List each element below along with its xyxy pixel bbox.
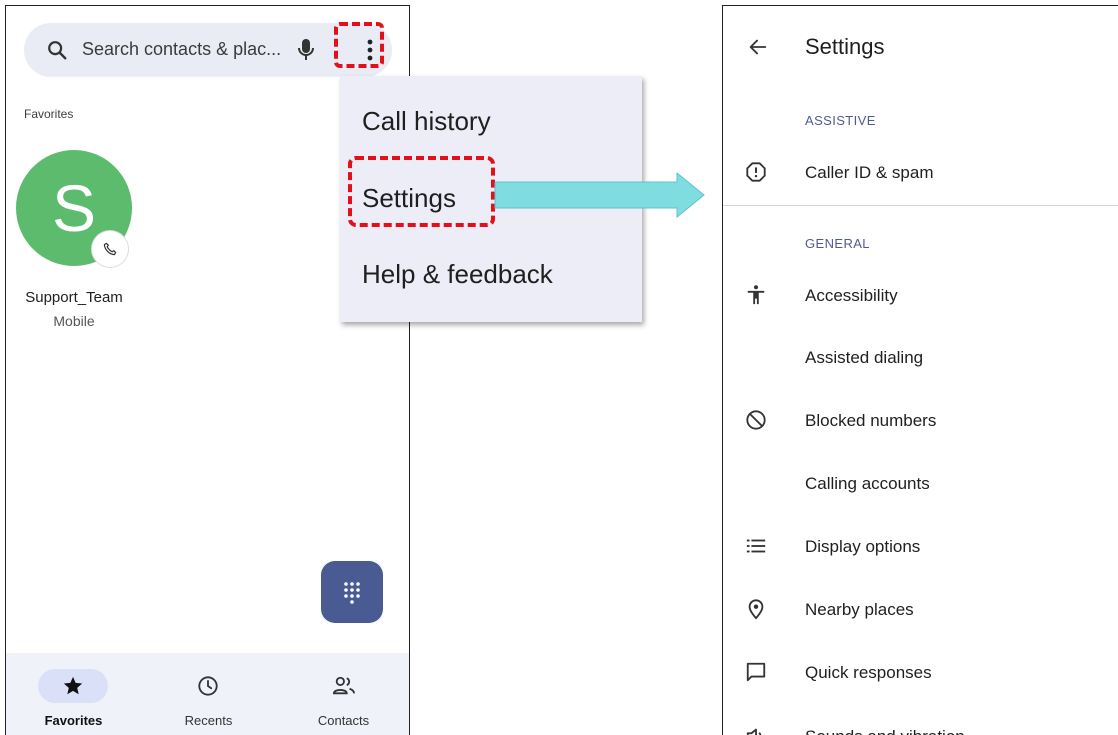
contact-type: Mobile [53,313,95,329]
clock-icon [197,675,219,702]
accessibility-icon [745,284,767,311]
settings-item-label: Blocked numbers [805,411,937,430]
settings-highlight [348,156,495,227]
search-icon [46,39,68,66]
settings-item-quick-responses[interactable]: Quick responses [723,653,1118,693]
settings-item-caller-id[interactable]: Caller ID & spam [723,153,1118,193]
alert-circle-icon [745,161,767,188]
settings-item-assisted-dialing[interactable]: Assisted dialing [723,338,1118,378]
dialpad-icon [344,582,360,604]
settings-screen: Settings ASSISTIVE Caller ID & spam GENE… [722,5,1118,735]
settings-item-nearby-places[interactable]: Nearby places [723,590,1118,630]
settings-item-accessibility[interactable]: Accessibility [723,276,1118,316]
settings-item-label: Display options [805,537,921,556]
list-icon [745,535,767,562]
settings-item-display-options[interactable]: Display options [723,527,1118,567]
nav-recents[interactable]: Recents [141,653,276,735]
nav-favorites[interactable]: Favorites [6,653,141,735]
settings-item-label: Nearby places [805,600,914,619]
settings-item-label: Assisted dialing [805,348,924,367]
settings-item-label: Quick responses [805,663,932,682]
back-arrow-icon[interactable] [747,36,769,63]
settings-item-sounds-vibration[interactable]: Sounds and vibration [723,703,1118,735]
section-heading-general: GENERAL [805,236,870,251]
section-heading-assistive: ASSISTIVE [805,113,876,128]
nav-label: Favorites [44,713,103,728]
star-icon [62,675,84,702]
nav-contacts[interactable]: Contacts [276,653,409,735]
settings-item-label: Calling accounts [805,474,930,493]
menu-item-help-feedback[interactable]: Help & feedback [362,259,553,290]
more-options-highlight [334,22,384,68]
message-icon [745,661,767,688]
settings-item-blocked-numbers[interactable]: Blocked numbers [723,401,1118,441]
nav-label: Contacts [317,713,370,728]
people-icon [332,675,356,702]
block-icon [745,409,767,436]
nav-label: Recents [184,713,233,728]
page-title: Settings [805,34,885,59]
location-pin-icon [745,598,767,625]
search-input[interactable]: Search contacts & plac... [82,39,281,60]
contact-name[interactable]: Support_Team [6,289,142,306]
bottom-navigation: Favorites Recents Contacts [6,653,409,735]
dialpad-button[interactable] [321,561,383,623]
menu-item-call-history[interactable]: Call history [362,106,491,137]
volume-icon [745,725,767,735]
microphone-icon[interactable] [296,37,316,68]
phone-icon[interactable] [92,231,128,267]
settings-item-calling-accounts[interactable]: Calling accounts [723,464,1118,504]
settings-item-label: Caller ID & spam [805,163,934,182]
divider [723,205,1118,206]
settings-item-label: Accessibility [805,286,898,305]
settings-item-label: Sounds and vibration [805,727,965,735]
favorites-heading: Favorites [24,107,74,121]
arrow-right-icon [494,172,705,218]
